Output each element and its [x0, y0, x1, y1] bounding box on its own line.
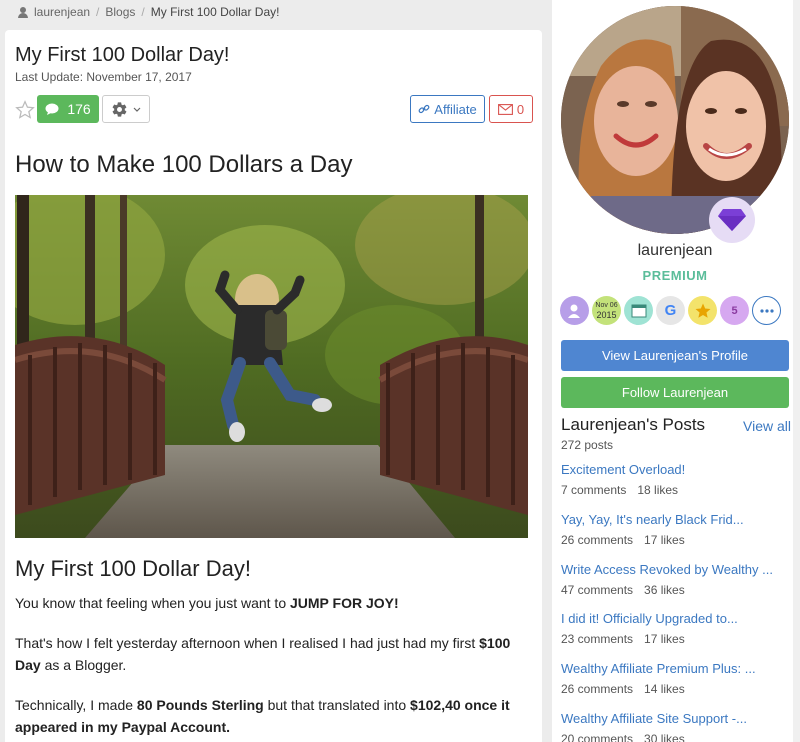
post-last-update: Last Update: November 17, 2017	[15, 70, 192, 84]
comment-count: 176	[67, 101, 91, 117]
sidebar-post-title[interactable]: Excitement Overload!	[561, 462, 791, 477]
article-heading: How to Make 100 Dollars a Day	[15, 151, 353, 178]
star-badge-icon[interactable]	[688, 296, 717, 325]
join-date-badge[interactable]: Nov 06 2015	[592, 296, 621, 325]
sidebar-post-title[interactable]: I did it! Officially Upgraded to...	[561, 611, 791, 626]
sidebar-post-title[interactable]: Yay, Yay, It's nearly Black Frid...	[561, 512, 791, 527]
sidebar-post-item: Excitement Overload! 7 comments 18 likes	[561, 462, 791, 497]
diamond-icon	[718, 209, 746, 231]
sidebar-post-meta: 7 comments 18 likes	[561, 483, 679, 497]
badge-row: Nov 06 2015 G 5	[560, 296, 781, 325]
sidebar-post-item: Write Access Revoked by Wealthy ... 47 c…	[561, 562, 791, 597]
sidebar-post-item: Wealthy Affiliate Premium Plus: ... 26 c…	[561, 661, 791, 696]
message-count: 0	[516, 101, 525, 117]
scrollbar[interactable]	[793, 0, 800, 742]
user-icon	[18, 6, 28, 18]
settings-dropdown-button[interactable]	[102, 95, 150, 123]
avatar[interactable]	[561, 6, 789, 234]
article-subtitle: My First 100 Dollar Day!	[15, 556, 251, 581]
author-username[interactable]: laurenjean	[552, 242, 798, 260]
sidebar-post-item: Yay, Yay, It's nearly Black Frid... 26 c…	[561, 512, 791, 547]
posts-count: 272 posts	[561, 438, 614, 452]
ellipsis-icon[interactable]	[752, 296, 781, 325]
user-badge-icon[interactable]	[560, 296, 589, 325]
mail-icon	[497, 103, 513, 115]
chevron-down-icon	[133, 107, 141, 112]
comments-button[interactable]: 176	[37, 95, 99, 123]
breadcrumb: laurenjean / Blogs / My First 100 Dollar…	[18, 5, 279, 19]
google-badge-icon[interactable]: G	[656, 296, 685, 325]
sidebar-post-title[interactable]: Wealthy Affiliate Premium Plus: ...	[561, 661, 791, 676]
gear-icon	[112, 101, 127, 117]
membership-label: PREMIUM	[642, 268, 708, 283]
breadcrumb-separator: /	[141, 5, 145, 19]
rank-badge-icon[interactable]: 5	[720, 296, 749, 325]
sidebar-post-title[interactable]: Write Access Revoked by Wealthy ...	[561, 562, 791, 577]
sidebar-post-meta: 26 comments 17 likes	[561, 533, 685, 547]
sidebar-post-item: I did it! Officially Upgraded to... 23 c…	[561, 611, 791, 646]
paragraph-3: Technically, I made 80 Pounds Sterling b…	[15, 697, 510, 735]
sidebar-post-item: Wealthy Affiliate Site Support -... 20 c…	[561, 711, 791, 742]
post-card: My First 100 Dollar Day! Last Update: No…	[5, 30, 542, 742]
link-icon	[418, 104, 430, 114]
follow-button[interactable]: Follow Laurenjean	[561, 377, 789, 408]
breadcrumb-separator: /	[96, 5, 100, 19]
sidebar-post-meta: 23 comments 17 likes	[561, 632, 685, 646]
paragraph-2: That's how I felt yesterday afternoon wh…	[15, 635, 511, 673]
sidebar-post-title[interactable]: Wealthy Affiliate Site Support -...	[561, 711, 791, 726]
sidebar-post-meta: 20 comments 30 likes	[561, 732, 685, 742]
premium-badge	[709, 197, 755, 243]
view-all-link[interactable]: View all	[743, 418, 791, 434]
sidebar-post-meta: 26 comments 14 likes	[561, 682, 685, 696]
star-icon[interactable]	[15, 100, 35, 120]
sidebar-post-meta: 47 comments 36 likes	[561, 583, 685, 597]
paragraph-1: You know that feeling when you just want…	[15, 595, 399, 611]
comment-icon	[45, 103, 59, 115]
post-title: My First 100 Dollar Day!	[15, 44, 230, 66]
posts-heading: Laurenjean's Posts	[561, 415, 706, 434]
author-sidebar: laurenjean PREMIUM Nov 06 2015 G 5 View …	[552, 0, 800, 742]
affiliate-button[interactable]: Affiliate	[410, 95, 485, 123]
website-badge-icon[interactable]	[624, 296, 653, 325]
breadcrumb-blogs[interactable]: Blogs	[105, 5, 135, 19]
breadcrumb-current: My First 100 Dollar Day!	[150, 5, 280, 19]
affiliate-label: Affiliate	[434, 101, 477, 117]
view-profile-button[interactable]: View Laurenjean's Profile	[561, 340, 789, 371]
breadcrumb-user[interactable]: laurenjean	[34, 5, 90, 19]
hero-image	[15, 195, 528, 538]
message-button[interactable]: 0	[489, 95, 533, 123]
